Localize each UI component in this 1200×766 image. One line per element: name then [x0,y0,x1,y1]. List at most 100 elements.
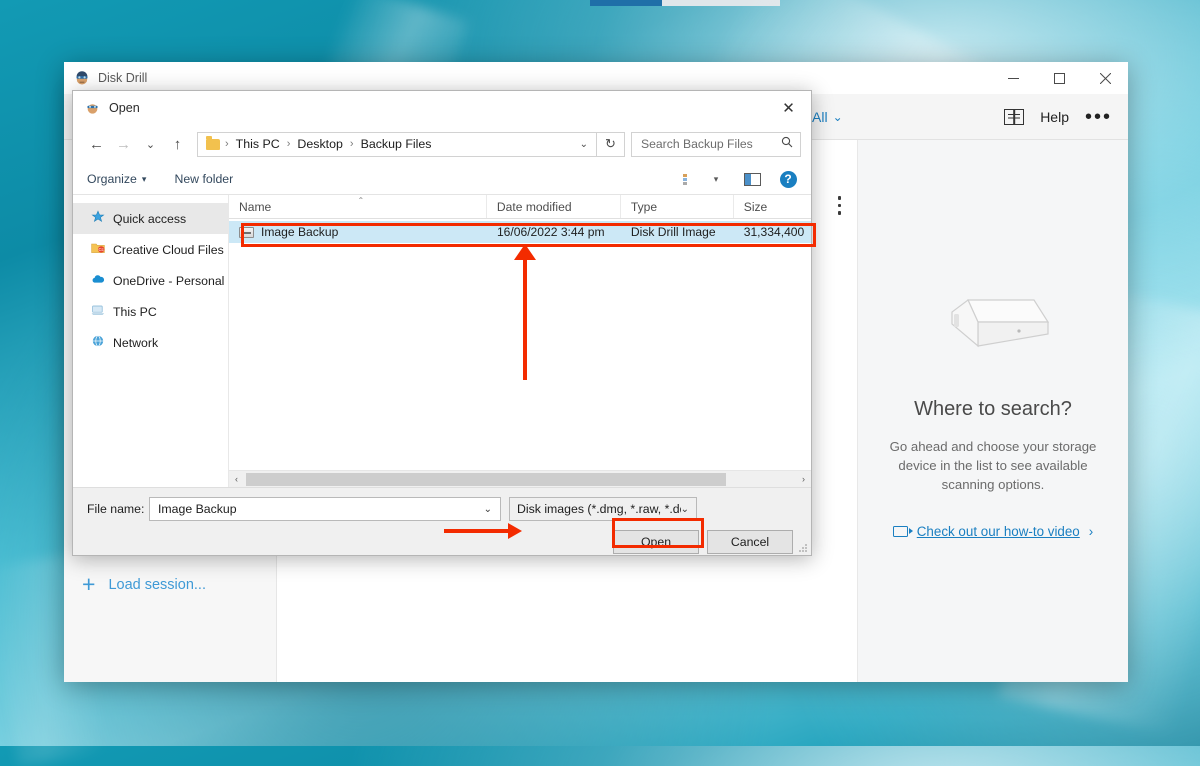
sidebar-item-quick-access[interactable]: Quick access [73,203,228,234]
onedrive-cloud-icon [91,272,105,289]
column-label: Type [630,199,658,214]
video-camera-icon [892,526,913,538]
file-list-region: ⌃ Name Date modified Type Size Image Bac… [229,195,811,487]
chevron-down-icon[interactable]: ⌄ [484,504,492,515]
chevron-down-icon[interactable]: ⌄ [580,139,588,150]
dialog-close-icon[interactable]: ✕ [766,91,811,124]
book-icon[interactable] [1004,108,1025,125]
file-name-text: Image Backup [261,225,339,239]
up-icon[interactable]: ↑ [164,130,191,158]
breadcrumb-desktop[interactable]: Desktop [295,137,344,151]
cell-name: Image Backup [229,225,487,239]
table-row[interactable]: Image Backup 16/06/2022 3:44 pm Disk Dri… [229,221,811,243]
filter-all-dropdown[interactable]: All ⌄ [812,109,843,125]
disk-drill-title: Disk Drill [98,71,148,85]
maximize-icon[interactable] [1036,62,1082,94]
horizontal-scrollbar[interactable]: ‹ › [229,470,811,487]
sidebar-item-creative-cloud-files[interactable]: Cc Creative Cloud Files [73,234,228,265]
toolbar-right-group: Help ••• [1004,107,1112,127]
load-session-label: Load session... [108,576,206,593]
this-pc-icon [91,303,105,320]
dialog-command-bar: Organize ▾ New folder ▾ ? [73,164,811,195]
dialog-footer: File name: Image Backup ⌄ Disk images (*… [73,487,811,555]
dialog-title: Open [109,100,140,115]
cell-date-modified: 16/06/2022 3:44 pm [496,225,605,239]
caret-down-icon: ▾ [141,173,147,184]
back-icon[interactable]: ← [83,130,110,158]
column-header-name[interactable]: ⌃ Name [229,195,487,218]
column-header-type[interactable]: Type [621,195,734,218]
cancel-button[interactable]: Cancel [707,530,793,554]
file-name-input[interactable]: Image Backup ⌄ [149,497,501,521]
cell-size: 31,334,400 [743,225,805,239]
chevron-right-icon: › [1088,524,1094,540]
forward-icon[interactable]: → [110,130,137,158]
minimize-icon[interactable] [990,62,1036,94]
file-list-rows: Image Backup 16/06/2022 3:44 pm Disk Dri… [229,219,811,470]
folder-icon [206,136,220,150]
more-horizontal-icon[interactable]: ••• [1085,107,1112,127]
recent-locations-icon[interactable]: ⌄ [137,130,164,158]
creative-cloud-folder-icon: Cc [91,241,105,258]
scroll-left-icon[interactable]: ‹ [229,474,244,484]
svg-text:Cc: Cc [99,247,105,252]
cell-type: Disk Drill Image [630,225,716,239]
taskbar-sliver [590,0,780,6]
filter-all-label: All [812,108,828,125]
sidebar-item-network[interactable]: Network [73,327,228,358]
scroll-right-icon[interactable]: › [796,474,811,484]
view-caret-down-icon[interactable]: ▾ [703,167,729,191]
chevron-down-icon: ⌄ [832,109,843,124]
search-input[interactable]: Search Backup Files [631,131,801,157]
help-button[interactable]: Help [1040,109,1069,125]
how-to-video-link[interactable]: Check out our how-to video › [892,524,1094,540]
preview-pane-icon[interactable] [739,167,765,191]
column-label: Date modified [496,199,572,214]
scrollbar-track[interactable] [244,472,796,486]
chevron-down-icon: ⌄ [680,503,689,515]
breadcrumb-separator: › [349,138,354,150]
view-list-icon[interactable] [677,167,703,191]
search-placeholder: Search Backup Files [641,137,753,151]
resize-grip-icon[interactable] [798,543,808,553]
breadcrumb-this-pc[interactable]: This PC [234,137,282,151]
column-header-date-modified[interactable]: Date modified [487,195,621,218]
address-bar[interactable]: › This PC › Desktop › Backup Files ⌄ [197,131,597,157]
sidebar-item-label: Creative Cloud Files [113,242,224,257]
dialog-navigation-bar: ← → ⌄ ↑ › This PC › Desktop › Backup Fil… [73,124,811,164]
sidebar-item-this-pc[interactable]: This PC [73,296,228,327]
dialog-titlebar: Open ✕ [73,91,811,124]
more-vertical-icon[interactable] [837,196,841,215]
organize-button[interactable]: Organize ▾ [87,172,146,186]
window-controls [990,62,1128,94]
column-label: Size [743,199,768,214]
open-file-dialog: Open ✕ ← → ⌄ ↑ › This PC › Desktop › Bac… [72,90,812,556]
sidebar-item-onedrive-personal[interactable]: OneDrive - Personal [73,265,228,296]
star-pin-icon [91,210,105,227]
sidebar-item-label: OneDrive - Personal [113,273,225,288]
search-icon [781,135,793,153]
breadcrumb-backup-files[interactable]: Backup Files [359,137,434,151]
dialog-help-icon[interactable]: ? [775,167,801,191]
sort-ascending-icon: ⌃ [357,196,365,205]
file-list-column-headers: ⌃ Name Date modified Type Size [229,195,811,219]
open-button[interactable]: Open [613,530,699,554]
load-session-button[interactable]: + Load session... [82,573,206,596]
how-to-video-label: Check out our how-to video [916,524,1080,540]
column-header-size[interactable]: Size [734,195,811,218]
view-controls: ▾ ? [677,167,801,191]
info-panel-description: Go ahead and choose your storage device … [889,439,1097,493]
disk-image-icon [239,226,254,238]
new-folder-button[interactable]: New folder [174,172,233,186]
close-icon[interactable] [1082,62,1128,94]
file-type-value: Disk images (*.dmg, *.raw, *.dd, [517,502,681,516]
scrollbar-thumb[interactable] [246,472,726,486]
info-panel-title: Where to search? [914,398,1072,420]
file-type-dropdown[interactable]: Disk images (*.dmg, *.raw, *.dd, ⌄ [509,497,697,521]
dialog-main-area: Quick access Cc Creative Cloud Files One… [73,195,811,487]
file-name-value: Image Backup [158,502,237,516]
refresh-icon[interactable]: ↻ [597,131,625,157]
column-label: Name [239,199,272,214]
organize-label: Organize [87,172,137,186]
sidebar-item-label: Network [113,335,159,350]
